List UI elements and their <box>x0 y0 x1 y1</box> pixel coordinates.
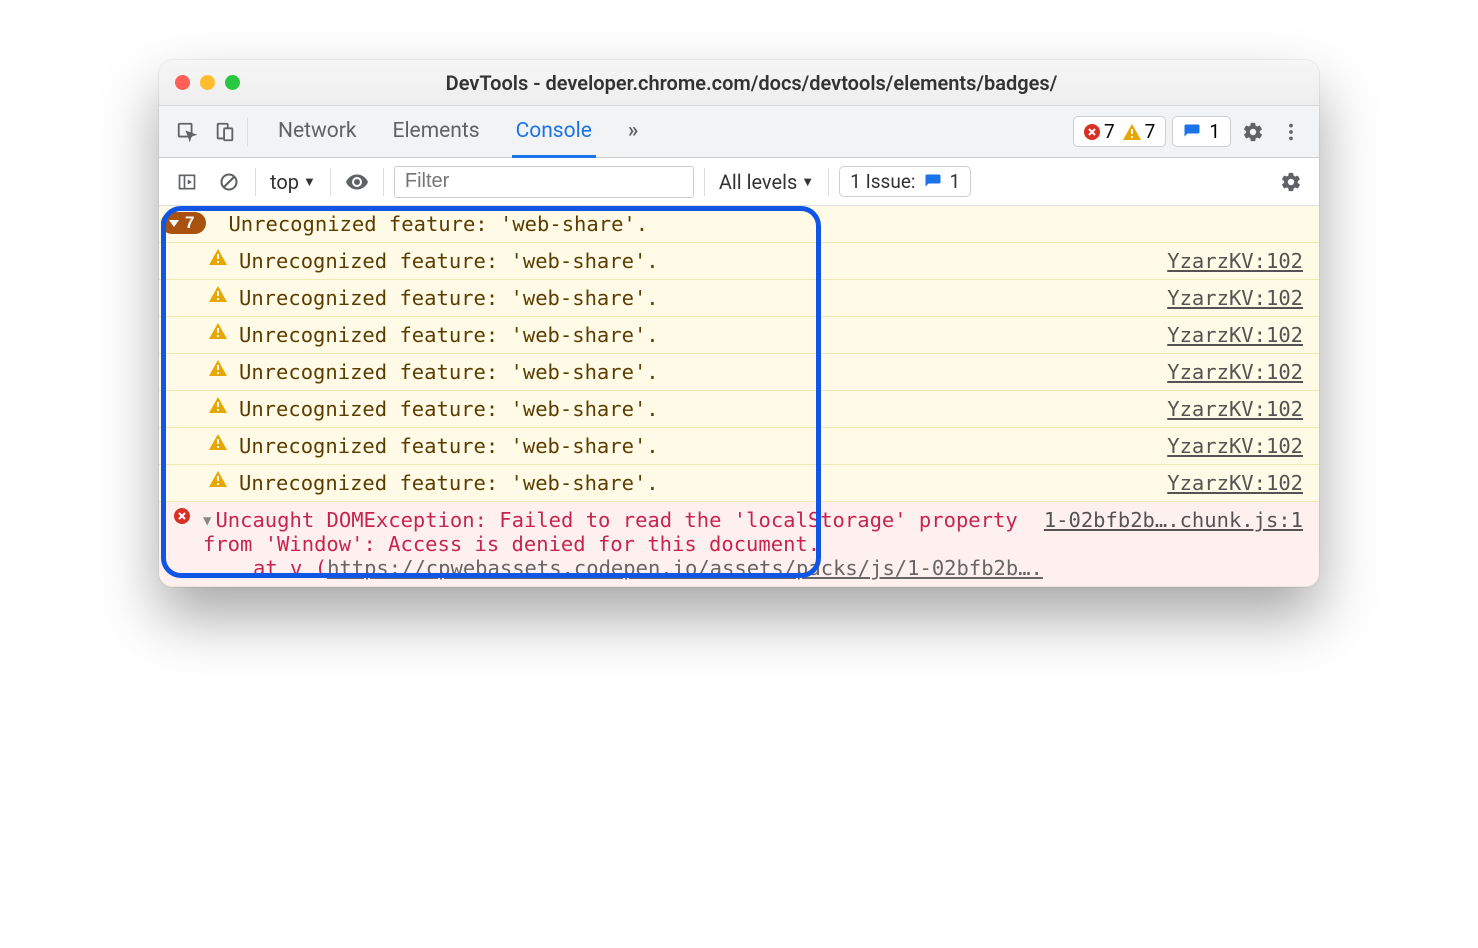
error-icon <box>1084 124 1100 140</box>
separator <box>704 168 705 196</box>
separator <box>828 168 829 196</box>
clear-console-icon[interactable] <box>213 166 245 198</box>
warning-source-link[interactable]: YzarzKV:102 <box>1167 397 1303 421</box>
inspect-element-icon[interactable] <box>171 116 203 148</box>
console-settings-icon[interactable] <box>1275 166 1307 198</box>
group-count-badge: 7 <box>161 212 206 234</box>
warning-icon <box>207 360 229 376</box>
separator <box>255 168 256 196</box>
issues-counter[interactable]: 1 <box>1172 116 1231 147</box>
console-error-row[interactable]: ▼Uncaught DOMException: Failed to read t… <box>159 502 1319 587</box>
warning-source-link[interactable]: YzarzKV:102 <box>1167 360 1303 384</box>
settings-icon[interactable] <box>1237 116 1269 148</box>
warning-source-link[interactable]: YzarzKV:102 <box>1167 434 1303 458</box>
console-sidebar-toggle-icon[interactable] <box>171 166 203 198</box>
context-selector[interactable]: top ▼ <box>266 168 320 196</box>
device-toggle-icon[interactable] <box>209 116 241 148</box>
issues-icon <box>1183 123 1201 141</box>
console-warning-row[interactable]: Unrecognized feature: 'web-share'. YzarzK… <box>159 354 1319 391</box>
warning-message: Unrecognized feature: 'web-share'. <box>239 323 1151 347</box>
warning-icon <box>207 323 229 339</box>
close-window-button[interactable] <box>175 75 190 90</box>
console-warning-row[interactable]: Unrecognized feature: 'web-share'. YzarzK… <box>159 428 1319 465</box>
maximize-window-button[interactable] <box>225 75 240 90</box>
warning-message: Unrecognized feature: 'web-share'. <box>239 249 1151 273</box>
disclosure-icon: ▼ <box>203 513 211 529</box>
devtools-window: DevTools - developer.chrome.com/docs/dev… <box>159 60 1319 587</box>
warning-message: Unrecognized feature: 'web-share'. <box>239 434 1151 458</box>
warning-message: Unrecognized feature: 'web-share'. <box>239 471 1151 495</box>
kebab-menu-icon[interactable] <box>1275 116 1307 148</box>
warning-icon <box>1123 124 1141 140</box>
console-warning-row[interactable]: Unrecognized feature: 'web-share'. YzarzK… <box>159 243 1319 280</box>
warning-icon <box>207 286 229 302</box>
chevron-down-icon: ▼ <box>303 174 316 190</box>
filter-input[interactable] <box>394 166 694 198</box>
group-message: Unrecognized feature: 'web-share'. <box>228 212 1303 236</box>
separator <box>330 168 331 196</box>
live-expression-icon[interactable] <box>341 166 373 198</box>
console-warning-row[interactable]: Unrecognized feature: 'web-share'. YzarzK… <box>159 317 1319 354</box>
issues-icon <box>924 173 942 191</box>
panel-tabs: Network Elements Console » <box>274 109 642 155</box>
warning-icon <box>207 249 229 265</box>
warning-message: Unrecognized feature: 'web-share'. <box>239 360 1151 384</box>
window-title: DevTools - developer.chrome.com/docs/dev… <box>280 71 1223 95</box>
warning-icon <box>207 397 229 413</box>
warning-source-link[interactable]: YzarzKV:102 <box>1167 323 1303 347</box>
main-tabbar: Network Elements Console » 7 7 1 <box>159 106 1319 158</box>
tab-network[interactable]: Network <box>274 109 361 155</box>
error-source-link[interactable]: 1-02bfb2b….chunk.js:1 <box>1044 508 1303 556</box>
error-icon <box>171 508 193 524</box>
collapse-icon <box>169 218 179 228</box>
warning-message: Unrecognized feature: 'web-share'. <box>239 397 1151 421</box>
error-message: ▼Uncaught DOMException: Failed to read t… <box>203 508 1028 556</box>
warning-icon <box>207 471 229 487</box>
warning-group-header[interactable]: 7 Unrecognized feature: 'web-share'. <box>159 206 1319 243</box>
warning-source-link[interactable]: YzarzKV:102 <box>1167 286 1303 310</box>
warning-source-link[interactable]: YzarzKV:102 <box>1167 471 1303 495</box>
tab-more[interactable]: » <box>624 109 643 155</box>
warning-source-link[interactable]: YzarzKV:102 <box>1167 249 1303 273</box>
console-warning-row[interactable]: Unrecognized feature: 'web-share'. YzarzK… <box>159 465 1319 502</box>
titlebar: DevTools - developer.chrome.com/docs/dev… <box>159 60 1319 106</box>
console-warning-row[interactable]: Unrecognized feature: 'web-share'. YzarzK… <box>159 391 1319 428</box>
issues-button[interactable]: 1 Issue: 1 <box>839 166 971 197</box>
console-warning-row[interactable]: Unrecognized feature: 'web-share'. YzarzK… <box>159 280 1319 317</box>
stack-link[interactable]: https://cpwebassets.codepen.io/assets/pa… <box>327 556 1043 580</box>
warning-icon <box>207 434 229 450</box>
warning-count: 7 <box>1123 120 1156 143</box>
error-stack: at v (https://cpwebassets.codepen.io/ass… <box>253 556 1303 580</box>
warning-message: Unrecognized feature: 'web-share'. <box>239 286 1151 310</box>
tab-console[interactable]: Console <box>512 109 596 158</box>
traffic-lights <box>175 75 240 90</box>
tab-elements[interactable]: Elements <box>389 109 484 155</box>
separator <box>247 118 248 146</box>
error-warning-counter[interactable]: 7 7 <box>1073 116 1166 147</box>
chevron-down-icon: ▼ <box>801 174 814 190</box>
error-count: 7 <box>1084 120 1115 143</box>
log-level-selector[interactable]: All levels ▼ <box>715 168 818 196</box>
minimize-window-button[interactable] <box>200 75 215 90</box>
console-output: 7 Unrecognized feature: 'web-share'. Unr… <box>159 206 1319 587</box>
separator <box>383 168 384 196</box>
console-toolbar: top ▼ All levels ▼ 1 Issue: 1 <box>159 158 1319 206</box>
